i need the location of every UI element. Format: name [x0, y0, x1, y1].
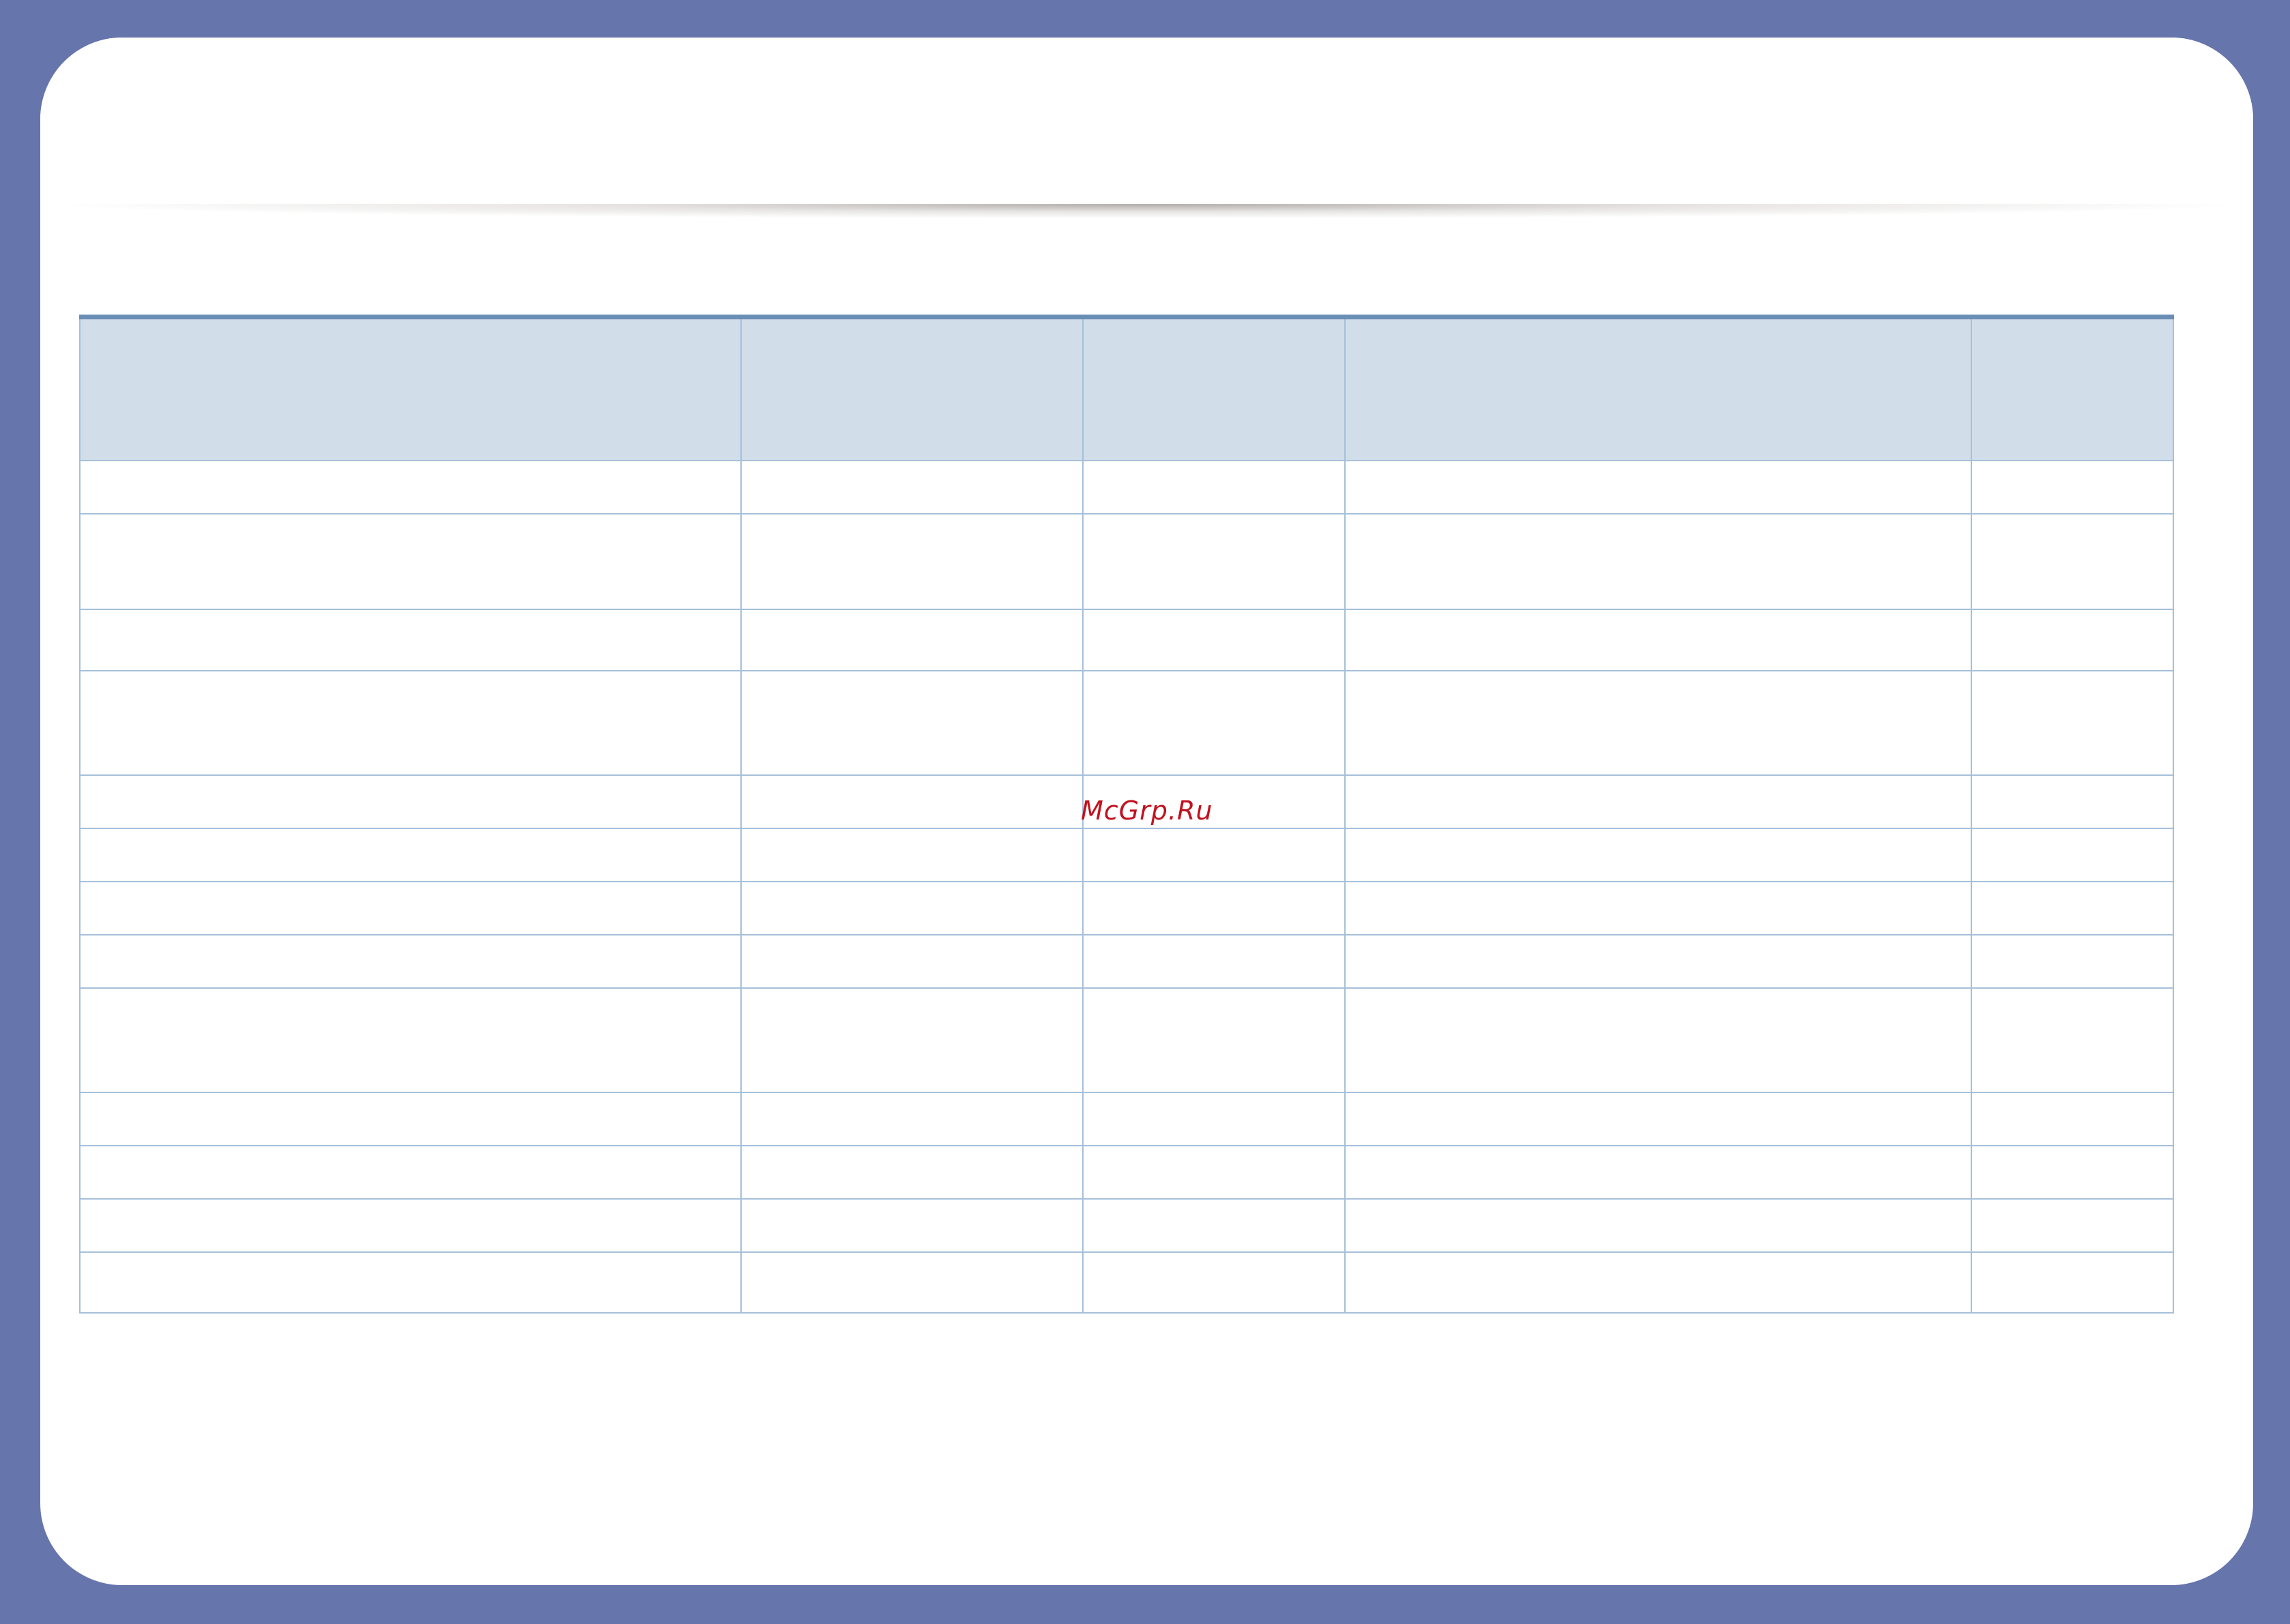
table-cell	[1971, 670, 2174, 776]
table-cell	[1971, 1145, 2174, 1200]
table-cell	[1344, 881, 1972, 936]
table-row	[79, 1251, 2174, 1314]
table-cell	[79, 609, 742, 671]
table-cell	[79, 670, 742, 776]
table-cell	[1082, 934, 1346, 989]
table-cell	[740, 881, 1084, 936]
table-cell	[740, 1251, 1084, 1314]
table-cell	[1344, 513, 1972, 610]
column-header	[740, 316, 1084, 461]
table-cell	[79, 1092, 742, 1146]
table-cell	[79, 1145, 742, 1200]
table-cell	[79, 774, 742, 829]
table-cell	[79, 513, 742, 610]
table-cell	[79, 1198, 742, 1253]
table-row	[79, 1145, 2174, 1200]
table-cell	[740, 934, 1084, 989]
table-row	[79, 513, 2174, 610]
table-row	[79, 881, 2174, 936]
table-cell	[1082, 1145, 1346, 1200]
table-cell	[1344, 774, 1972, 829]
table-row	[79, 934, 2174, 989]
table-cell	[1344, 609, 1972, 671]
table-cell	[740, 1145, 1084, 1200]
table-row	[79, 828, 2174, 882]
table-cell	[1971, 513, 2174, 610]
table-cell	[1082, 1198, 1346, 1253]
table-cell	[1971, 609, 2174, 671]
table-body	[79, 460, 2174, 1314]
table-cell	[1344, 828, 1972, 882]
table-cell	[740, 987, 1084, 1093]
column-header	[1082, 316, 1346, 461]
table-cell	[740, 670, 1084, 776]
table-row	[79, 1198, 2174, 1253]
table-cell	[1082, 987, 1346, 1093]
table-cell	[79, 881, 742, 936]
table-cell	[1971, 987, 2174, 1093]
table-cell	[1082, 1092, 1346, 1146]
table-cell	[1082, 828, 1346, 882]
table-cell	[1344, 1145, 1972, 1200]
table-cell	[1344, 670, 1972, 776]
table-row	[79, 609, 2174, 671]
table-cell	[79, 987, 742, 1093]
table-cell	[1344, 1092, 1972, 1146]
table-cell	[1082, 609, 1346, 671]
table-row	[79, 1092, 2174, 1146]
table-cell	[1971, 460, 2174, 514]
table-cell	[1971, 828, 2174, 882]
table-cell	[740, 828, 1084, 882]
table-cell	[1082, 513, 1346, 610]
table-cell	[740, 609, 1084, 671]
table-cell	[740, 513, 1084, 610]
table-cell	[740, 774, 1084, 829]
table-cell	[1344, 1251, 1972, 1314]
column-header	[1971, 316, 2174, 461]
table-cell	[1082, 1251, 1346, 1314]
table-cell	[1971, 881, 2174, 936]
watermark-text: McGrp.Ru	[1081, 796, 1213, 826]
table-cell	[1082, 460, 1346, 514]
table-cell	[740, 1092, 1084, 1146]
page-header-area	[40, 38, 2253, 204]
table-row	[79, 670, 2174, 776]
table-header-row	[79, 316, 2174, 461]
table-cell	[740, 460, 1084, 514]
table-cell	[1344, 460, 1972, 514]
table-header	[79, 316, 2174, 461]
table-cell	[1344, 1198, 1972, 1253]
table-cell	[1344, 934, 1972, 989]
table-cell	[1082, 670, 1346, 776]
table-cell	[1971, 774, 2174, 829]
table-cell	[1971, 1092, 2174, 1146]
table-cell	[1082, 881, 1346, 936]
table-row	[79, 987, 2174, 1093]
table-cell	[1344, 987, 1972, 1093]
table-cell	[79, 934, 742, 989]
table-row	[79, 460, 2174, 514]
table-cell	[79, 828, 742, 882]
table-cell	[740, 1198, 1084, 1253]
table-cell	[1971, 934, 2174, 989]
column-header	[79, 316, 742, 461]
table-cell	[1971, 1251, 2174, 1314]
table-cell	[1971, 1198, 2174, 1253]
column-header	[1344, 316, 1972, 461]
table-cell	[79, 460, 742, 514]
table-cell	[79, 1251, 742, 1314]
